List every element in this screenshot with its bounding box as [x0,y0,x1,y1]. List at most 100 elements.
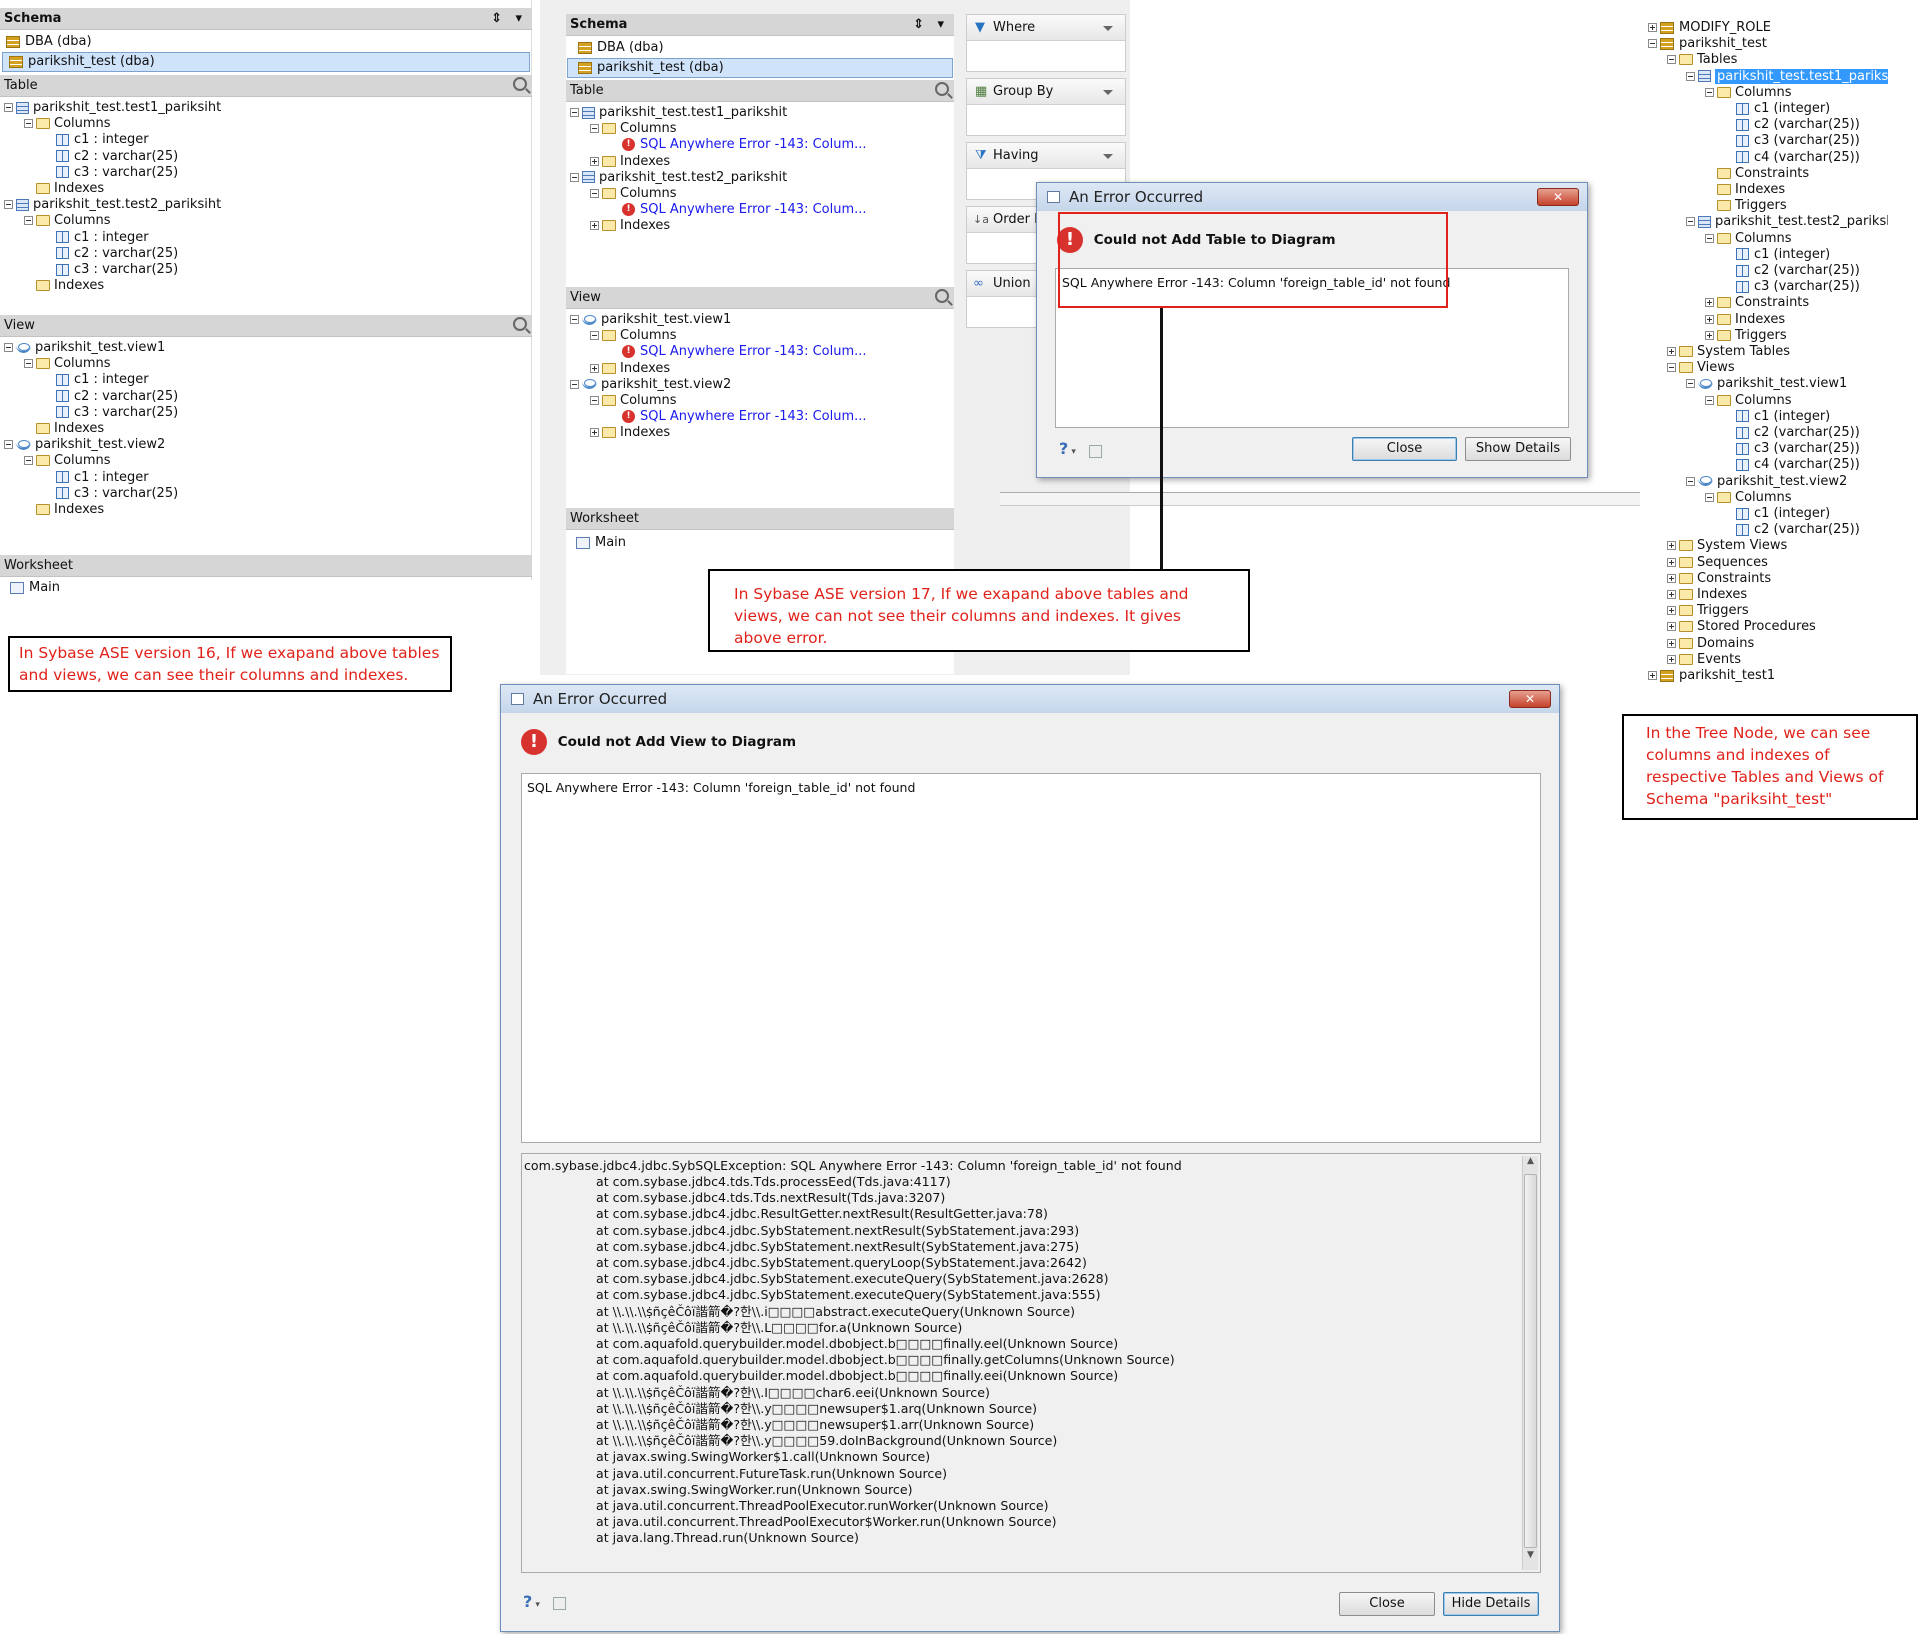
tree-node-view[interactable]: parikshit_test.view1 [570,312,731,328]
tree-node-folder[interactable]: Constraints [1705,295,1809,311]
tree-node-folder[interactable]: Stored Procedures [1667,619,1816,635]
dropdown-icon[interactable]: ⇕ [491,9,502,28]
collapse-icon[interactable] [570,108,579,117]
tree-node-table[interactable]: parikshit_test.test2_pariksiht [4,197,221,213]
tree-node-column[interactable]: c2 : varchar(25) [44,246,178,262]
expand-icon[interactable] [1667,622,1676,632]
tree-node-column[interactable]: c3 (varchar(25)) [1724,133,1860,149]
tree-node-folder[interactable]: Columns [590,328,677,344]
middle-schema-item-parikshit[interactable]: parikshit_test (dba) [567,58,953,78]
tree-node-db[interactable]: parikshit_test1 [1648,668,1775,684]
copy-icon[interactable] [1089,445,1102,458]
tree-node-folder[interactable]: Indexes [1705,182,1785,198]
expand-icon[interactable] [1667,541,1676,551]
tree-node-view[interactable]: parikshit_test.view2 [1686,474,1847,490]
expand-icon[interactable] [590,221,599,231]
expand-icon[interactable] [1705,314,1714,324]
tree-node-folder[interactable]: Constraints [1667,571,1771,587]
chevron-down-icon[interactable] [1103,26,1113,31]
expand-icon[interactable] [590,156,599,166]
tree-node-error[interactable]: ! SQL Anywhere Error -143: Colum... [610,137,867,153]
collapse-icon[interactable] [590,124,599,134]
search-icon[interactable] [935,82,949,96]
expand-icon[interactable] [1667,347,1676,356]
dropdown-icon[interactable]: ⇕ [913,15,924,34]
tree-node-folder[interactable]: Constraints [1705,166,1809,182]
collapse-icon[interactable] [590,331,599,341]
expand-icon[interactable] [1667,557,1676,567]
tree-node-folder[interactable]: Triggers [1705,328,1787,344]
expand-icon[interactable] [1648,23,1657,32]
collapse-icon[interactable] [24,359,33,369]
collapse-icon[interactable] [4,440,13,450]
search-icon[interactable] [935,289,949,303]
tree-node-column[interactable]: c2 (varchar(25)) [1724,263,1860,279]
tree-node-view[interactable]: parikshit_test.view2 [4,437,165,453]
tree-node-column[interactable]: c1 : integer [44,470,149,486]
expand-icon[interactable] [1648,671,1657,680]
collapse-icon[interactable] [1686,217,1695,227]
tree-node-error[interactable]: ! SQL Anywhere Error -143: Colum... [610,202,867,218]
left-worksheet-item-main[interactable]: Main [10,580,60,595]
tree-node-folder[interactable]: Tables [1667,52,1737,68]
left-schema-item-parikshit[interactable]: parikshit_test (dba) [2,52,530,72]
chevron-down-icon[interactable]: ▾ [515,9,522,28]
tree-node-folder[interactable]: Indexes [590,218,670,234]
tree-node-folder[interactable]: Columns [590,393,677,409]
tree-node-column[interactable]: c3 (varchar(25)) [1724,441,1860,457]
tree-node-column[interactable]: c4 (varchar(25)) [1724,457,1860,473]
tree-node-column[interactable]: c1 (integer) [1724,247,1830,263]
collapse-icon[interactable] [4,103,13,112]
tree-node-table[interactable]: parikshit_test.test1_pariksiht [4,100,221,116]
scroll-up-arrow[interactable]: ▲ [1523,1156,1538,1172]
tree-node-table[interactable]: parikshit_test.test2_parikshit [1686,214,1888,230]
collapse-icon[interactable] [1686,71,1695,81]
collapse-icon[interactable] [1705,87,1714,97]
expand-icon[interactable] [590,428,599,438]
tree-node-view[interactable]: parikshit_test.view1 [1686,376,1847,392]
tree-node-folder[interactable]: Columns [1705,393,1792,409]
tree-node-db[interactable]: MODIFY_ROLE [1648,20,1771,36]
tree-node-column[interactable]: c1 (integer) [1724,101,1830,117]
tree-node-folder[interactable]: Indexes [24,278,104,294]
tree-node-folder[interactable]: Views [1667,360,1735,376]
tree-node-table[interactable]: parikshit_test.test1_parikshit [570,105,787,121]
tree-node-folder[interactable]: System Tables [1667,344,1790,360]
expand-icon[interactable] [1667,638,1676,648]
scroll-down-arrow[interactable]: ▼ [1523,1550,1538,1566]
tree-node-db[interactable]: parikshit_test [1648,36,1767,52]
tree-node-table[interactable]: parikshit_test.test2_parikshit [570,170,787,186]
collapse-icon[interactable] [1705,395,1714,405]
tree-node-column[interactable]: c3 (varchar(25)) [1724,279,1860,295]
tree-node-folder[interactable]: Indexes [24,421,104,437]
collapse-icon[interactable] [4,200,13,210]
collapse-icon[interactable] [570,172,579,182]
close-button[interactable]: Close [1352,437,1457,461]
tree-node-column[interactable]: c2 (varchar(25)) [1724,522,1860,538]
group-by-section[interactable]: ▦ Group By [966,78,1126,136]
tree-node-column[interactable]: c1 : integer [44,372,149,388]
tree-node-folder[interactable]: Sequences [1667,555,1768,571]
tree-node-folder[interactable]: System Views [1667,538,1787,554]
tree-node-column[interactable]: c2 : varchar(25) [44,389,178,405]
chevron-down-icon[interactable] [1103,154,1113,159]
tree-node-column[interactable]: c3 : varchar(25) [44,405,178,421]
tree-node-folder[interactable]: Columns [1705,231,1792,247]
collapse-icon[interactable] [1667,363,1676,373]
close-icon[interactable]: ✕ [1537,188,1579,206]
left-schema-item-dba[interactable]: DBA (dba) [6,34,92,49]
tree-node-folder[interactable]: Columns [590,186,677,202]
help-icon[interactable]: ? ▾ [1059,439,1076,458]
tree-node-error[interactable]: ! SQL Anywhere Error -143: Colum... [610,344,867,360]
expand-icon[interactable] [1667,654,1676,664]
tree-node-folder[interactable]: Indexes [24,181,104,197]
tree-node-folder[interactable]: Indexes [590,425,670,441]
expand-icon[interactable] [1667,606,1676,616]
tree-node-view[interactable]: parikshit_test.view2 [570,377,731,393]
tree-node-column[interactable]: c3 : varchar(25) [44,486,178,502]
tree-node-column[interactable]: c1 (integer) [1724,409,1830,425]
help-icon[interactable]: ? ▾ [523,1592,540,1611]
hide-details-button[interactable]: Hide Details [1443,1592,1539,1616]
stack-trace-box[interactable]: com.sybase.jdbc4.jdbc.SybSQLException: S… [521,1153,1541,1573]
middle-worksheet-item-main[interactable]: Main [576,535,626,550]
